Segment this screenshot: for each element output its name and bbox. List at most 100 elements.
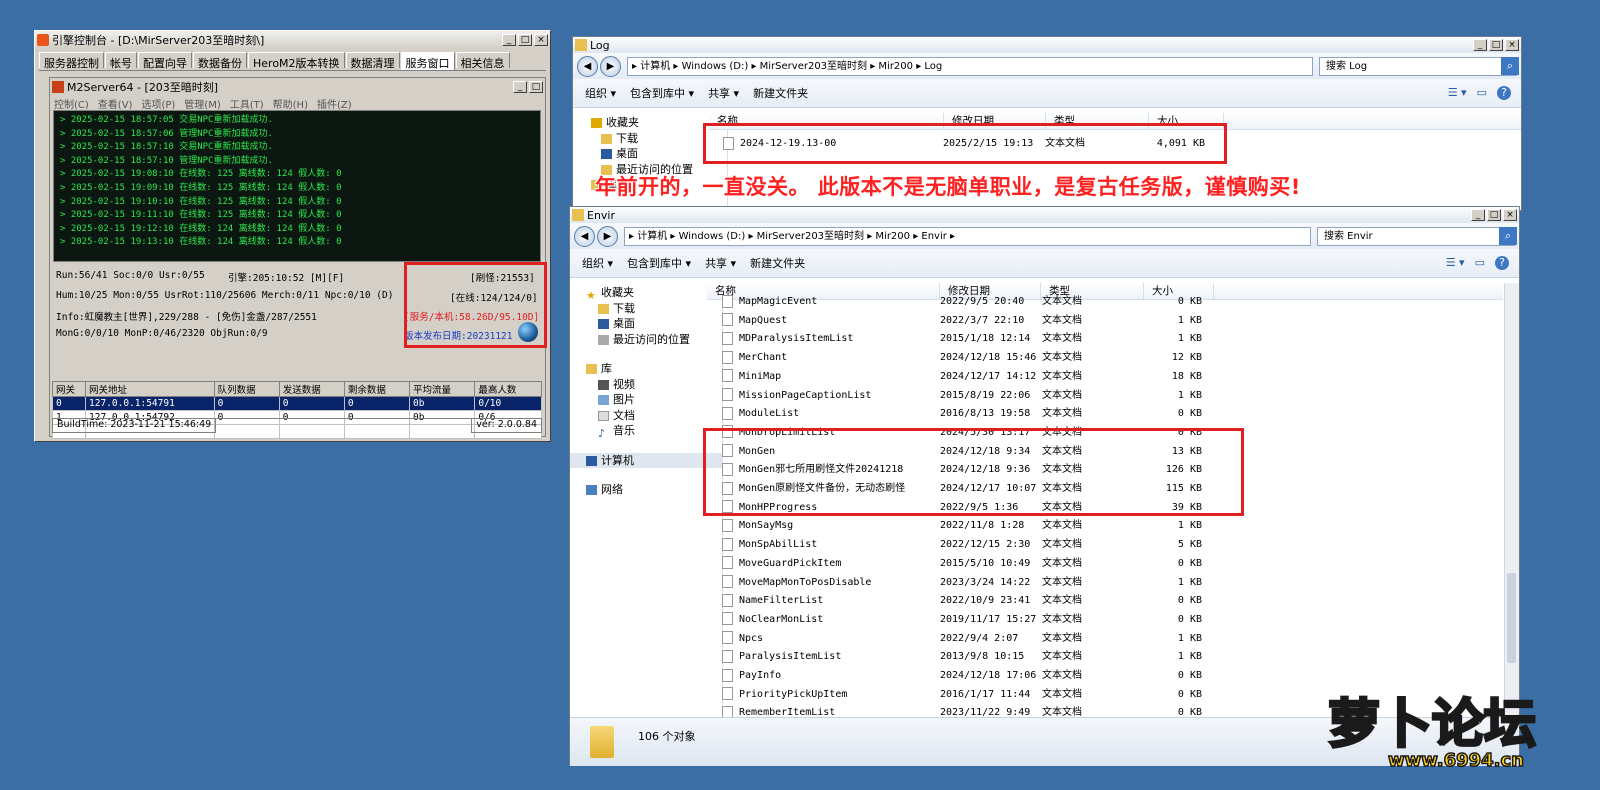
help-icon[interactable]: ? bbox=[1497, 86, 1511, 100]
menu-item-6[interactable]: 插件(Z) bbox=[317, 96, 352, 111]
text-file-icon bbox=[722, 668, 733, 682]
nav-network[interactable]: 网络 bbox=[586, 482, 722, 498]
preview-pane-icon[interactable]: ▭ bbox=[1475, 256, 1485, 269]
file-row[interactable]: PayInfo 2024/12/18 17:06 文本文档 0 KB bbox=[722, 667, 1202, 686]
tab-4[interactable]: HeroM2版本转换 bbox=[248, 52, 345, 70]
envir-toolbar-item-3[interactable]: 新建文件夹 bbox=[750, 255, 805, 271]
file-row[interactable]: MDParalysisItemList 2015/1/18 12:14 文本文档 1 … bbox=[722, 330, 1202, 349]
file-row[interactable]: MonSpAbilList 2022/12/15 2:30 文本文档 5 KB bbox=[722, 536, 1202, 555]
envir-minimize-button[interactable]: _ bbox=[1471, 209, 1485, 221]
envir-scrollbar[interactable] bbox=[1504, 283, 1519, 717]
tab-1[interactable]: 帐号 bbox=[105, 52, 137, 70]
envir-search-input[interactable]: 搜索 Envir ⌕ bbox=[1317, 226, 1517, 246]
log-close-button[interactable]: × bbox=[1505, 39, 1519, 51]
log-search-input[interactable]: 搜索 Log ⌕ bbox=[1319, 56, 1519, 76]
nav-music[interactable]: ♪ 音乐 bbox=[586, 423, 722, 440]
gateway-header[interactable]: 剩余数据 bbox=[343, 381, 411, 397]
gateway-row[interactable]: 0 127.0.0.1:54791 0 0 0 0b 0/10 bbox=[52, 396, 542, 411]
envir-maximize-button[interactable]: □ bbox=[1487, 209, 1501, 221]
menu-item-2[interactable]: 选项(P) bbox=[141, 96, 175, 111]
back-icon[interactable]: ◀ bbox=[577, 55, 598, 77]
maximize-button[interactable]: □ bbox=[518, 33, 532, 46]
view-icon[interactable]: ☰ ▾ bbox=[1446, 256, 1465, 269]
scrollbar-thumb[interactable] bbox=[1507, 573, 1516, 663]
network-icon bbox=[586, 485, 597, 495]
tab-2[interactable]: 配置向导 bbox=[138, 52, 192, 70]
file-row[interactable]: MonSayMsg 2022/11/8 1:28 文本文档 1 KB bbox=[722, 517, 1202, 536]
forward-icon[interactable]: ▶ bbox=[597, 225, 618, 247]
envir-toolbar-item-2[interactable]: 共享 ▾ bbox=[705, 255, 736, 271]
tab-5[interactable]: 数据清理 bbox=[345, 52, 400, 70]
gateway-cell: 0 bbox=[213, 396, 280, 411]
log-toolbar-item-3[interactable]: 新建文件夹 bbox=[753, 85, 808, 101]
gateway-cell: 0/10 bbox=[474, 396, 542, 411]
tab-0[interactable]: 服务器控制 bbox=[39, 52, 104, 70]
gateway-header[interactable]: 最高人数 bbox=[474, 381, 542, 397]
nav-computer[interactable]: 计算机 bbox=[570, 452, 722, 468]
nav-pictures[interactable]: 图片 bbox=[586, 392, 722, 408]
nav-libraries[interactable]: 库 bbox=[586, 361, 722, 377]
search-icon[interactable]: ⌕ bbox=[1501, 56, 1519, 75]
m2-minimize-button[interactable]: _ bbox=[513, 80, 527, 93]
gateway-header[interactable]: 发送数据 bbox=[278, 381, 345, 397]
file-row[interactable]: MapQuest 2022/3/7 22:10 文本文档 1 KB bbox=[722, 312, 1202, 331]
envir-close-button[interactable]: × bbox=[1503, 209, 1517, 221]
file-row[interactable]: ModuleList 2016/8/13 19:58 文本文档 0 KB bbox=[722, 405, 1202, 424]
file-row[interactable]: NoClearMonList 2019/11/17 15:27 文本文档 0 KB bbox=[722, 611, 1202, 630]
forward-icon[interactable]: ▶ bbox=[600, 55, 621, 77]
gateway-header[interactable]: 网关 bbox=[52, 381, 86, 397]
log-line: > 2025-02-15 18:57:10 管理NPC重新加载成功. bbox=[60, 155, 273, 166]
nav-documents[interactable]: 文档 bbox=[586, 408, 722, 424]
recent-places-icon bbox=[598, 334, 609, 345]
menu-item-3[interactable]: 管理(M) bbox=[184, 96, 220, 111]
file-row[interactable]: MapMagicEvent 2022/9/5 20:40 文本文档 0 KB bbox=[722, 293, 1202, 312]
log-minimize-button[interactable]: _ bbox=[1473, 39, 1487, 51]
help-icon[interactable]: ? bbox=[1495, 256, 1509, 270]
menu-item-1[interactable]: 查看(V) bbox=[98, 96, 133, 111]
gateway-header[interactable]: 网关地址 bbox=[85, 381, 215, 397]
log-path[interactable]: ▸ 计算机 ▸ Windows (D:) ▸ MirServer203至暗时刻 … bbox=[627, 56, 1313, 76]
engine-title-bar[interactable]: 引擎控制台 - [D:\MirServer203至暗时刻\] _ □ × bbox=[35, 31, 550, 48]
file-row[interactable]: NameFilterList 2022/10/9 23:41 文本文档 0 KB bbox=[722, 592, 1202, 611]
envir-path[interactable]: ▸ 计算机 ▸ Windows (D:) ▸ MirServer203至暗时刻 … bbox=[624, 226, 1311, 246]
nav-recent[interactable]: 最近访问的位置 bbox=[586, 332, 722, 348]
preview-pane-icon[interactable]: ▭ bbox=[1477, 86, 1487, 99]
nav-downloads[interactable]: 下载 bbox=[586, 301, 722, 317]
tab-7[interactable]: 相关信息 bbox=[455, 52, 510, 70]
file-row[interactable]: MoveGuardPickItem 2015/5/10 10:49 文本文档 0 KB bbox=[722, 555, 1202, 574]
nav-desktop[interactable]: 桌面 bbox=[586, 316, 722, 332]
file-row[interactable]: Npcs 2022/9/4 2:07 文本文档 1 KB bbox=[722, 630, 1202, 649]
file-row[interactable]: PriorityPickUpItem 2016/1/17 11:44 文本文档 0 K… bbox=[722, 686, 1202, 705]
view-icon[interactable]: ☰ ▾ bbox=[1448, 86, 1467, 99]
overlay-caption: 年前开的，一直没关。 此版本不是无脑单职业，是复古任务版，谨慎购买! bbox=[595, 175, 1301, 199]
file-row[interactable]: MoveMapMonToPosDisable 2023/3/24 14:22 文本文… bbox=[722, 574, 1202, 593]
log-toolbar-item-2[interactable]: 共享 ▾ bbox=[708, 85, 739, 101]
file-row[interactable]: MissionPageCaptionList 2015/8/19 22:06 文本文… bbox=[722, 387, 1202, 406]
gateway-header[interactable]: 队列数据 bbox=[213, 381, 280, 397]
log-toolbar-item-1[interactable]: 包含到库中 ▾ bbox=[630, 85, 694, 101]
nav-videos[interactable]: 视频 bbox=[586, 377, 722, 393]
envir-toolbar-item-1[interactable]: 包含到库中 ▾ bbox=[627, 255, 691, 271]
file-row[interactable]: ParalysisItemList 2013/9/8 10:15 文本文档 1 KB bbox=[722, 648, 1202, 667]
envir-title-bar[interactable]: Envir _ □ × bbox=[570, 207, 1519, 223]
tab-3[interactable]: 数据备份 bbox=[193, 52, 247, 70]
file-row[interactable]: MiniMap 2024/12/17 14:12 文本文档 18 KB bbox=[722, 368, 1202, 387]
log-maximize-button[interactable]: □ bbox=[1489, 39, 1503, 51]
close-button[interactable]: × bbox=[534, 33, 548, 46]
menu-item-5[interactable]: 帮助(H) bbox=[273, 96, 308, 111]
gateway-header[interactable]: 平均流量 bbox=[409, 381, 476, 397]
file-row[interactable]: MerChant 2024/12/18 15:46 文本文档 12 KB bbox=[722, 349, 1202, 368]
m2server-title-bar[interactable]: M2Server64 - [203至暗时刻] _ □ bbox=[50, 78, 545, 95]
log-title-bar[interactable]: Log _ □ × bbox=[573, 37, 1521, 53]
tab-6[interactable]: 服务窗口 bbox=[400, 52, 455, 70]
envir-toolbar-item-0[interactable]: 组织 ▾ bbox=[582, 255, 613, 271]
menu-item-0[interactable]: 控制(C) bbox=[54, 96, 89, 111]
minimize-button[interactable]: _ bbox=[502, 33, 516, 46]
gateway-header-row: 网关 网关地址 队列数据 发送数据 剩余数据 平均流量 最高人数 bbox=[52, 381, 542, 397]
log-toolbar-item-0[interactable]: 组织 ▾ bbox=[585, 85, 616, 101]
search-icon[interactable]: ⌕ bbox=[1499, 226, 1517, 245]
m2-maximize-button[interactable]: □ bbox=[529, 80, 543, 93]
nav-favorites[interactable]: ★ 收藏夹 bbox=[586, 285, 722, 302]
menu-item-4[interactable]: 工具(T) bbox=[230, 96, 264, 111]
back-icon[interactable]: ◀ bbox=[574, 225, 595, 247]
